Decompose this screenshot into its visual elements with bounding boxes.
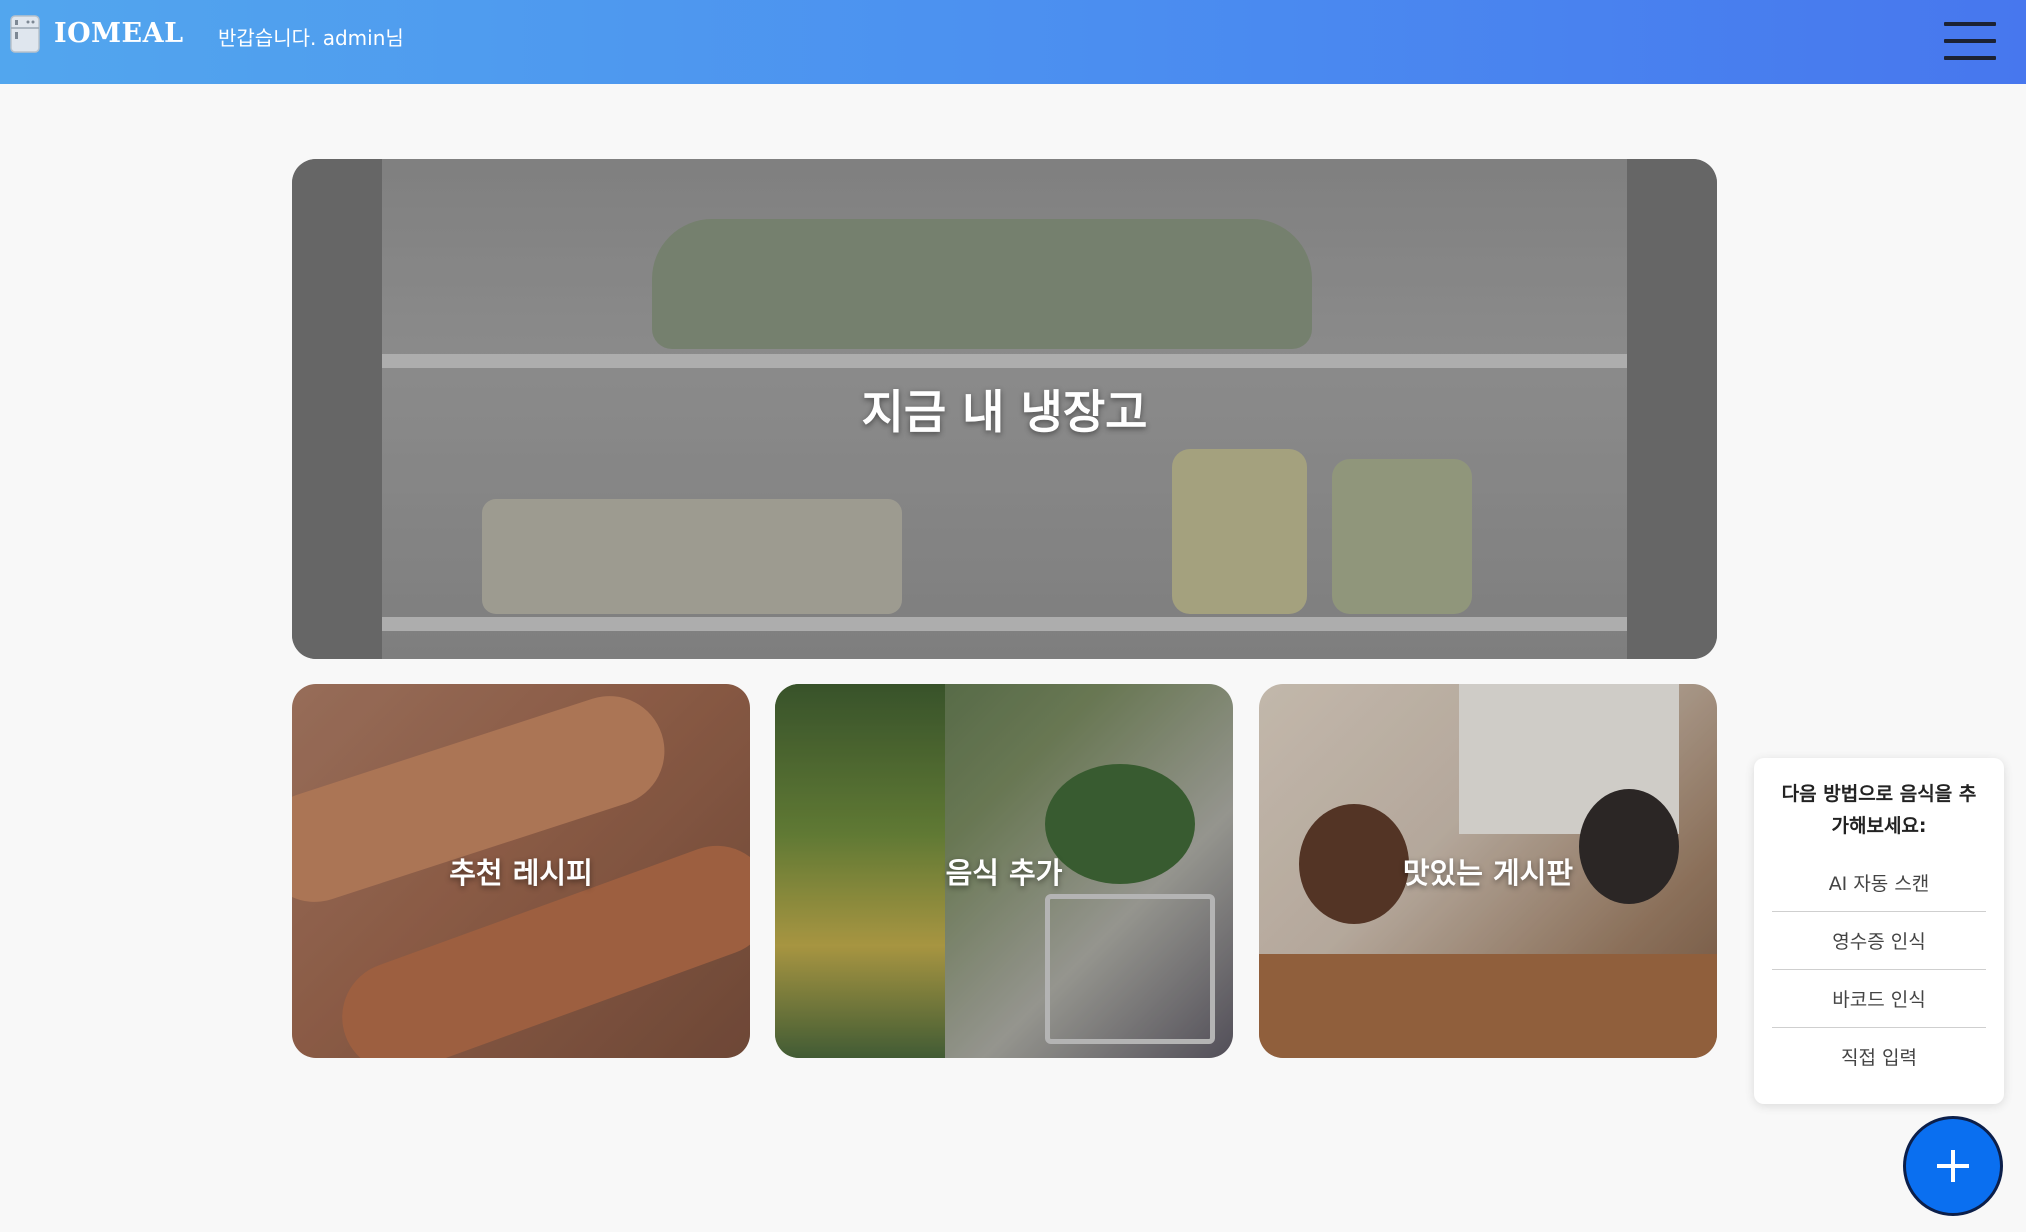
hamburger-menu-icon[interactable] xyxy=(1944,22,1996,60)
my-fridge-card[interactable]: 지금 내 냉장고 xyxy=(292,159,1717,659)
tasty-board-title: 맛있는 게시판 xyxy=(1402,856,1574,890)
logo-text[interactable]: IOMEAL xyxy=(54,18,184,49)
divider xyxy=(1772,911,1986,912)
add-fab-button[interactable] xyxy=(1903,1116,2003,1216)
add-food-card[interactable]: 음식 추가 xyxy=(775,684,1233,1058)
my-fridge-title: 지금 내 냉장고 xyxy=(861,385,1148,439)
menu-line xyxy=(1944,22,1996,26)
barcode-scan-option[interactable]: 바코드 인식 xyxy=(1772,971,1986,1029)
receipt-scan-option[interactable]: 영수증 인식 xyxy=(1772,913,1986,971)
recommended-recipe-card[interactable]: 추천 레시피 xyxy=(292,684,750,1058)
menu-line xyxy=(1944,56,1996,60)
menu-line xyxy=(1944,39,1996,43)
add-food-popup: 다음 방법으로 음식을 추가해보세요: AI 자동 스캔 영수증 인식 바코드 … xyxy=(1754,758,2004,1104)
recommended-recipe-title: 추천 레시피 xyxy=(449,856,593,890)
fridge-logo-icon[interactable] xyxy=(10,15,40,53)
top-header: IOMEAL 반갑습니다. admin님 xyxy=(0,0,2026,84)
ai-scan-option[interactable]: AI 자동 스캔 xyxy=(1772,855,1986,913)
tasty-board-card[interactable]: 맛있는 게시판 xyxy=(1259,684,1717,1058)
divider xyxy=(1772,1027,1986,1028)
manual-input-option[interactable]: 직접 입력 xyxy=(1772,1029,1986,1087)
popup-title: 다음 방법으로 음식을 추가해보세요: xyxy=(1781,783,1977,837)
add-food-title: 음식 추가 xyxy=(945,856,1063,890)
plus-icon xyxy=(1937,1150,1969,1182)
welcome-message: 반갑습니다. admin님 xyxy=(218,26,404,50)
divider xyxy=(1772,969,1986,970)
